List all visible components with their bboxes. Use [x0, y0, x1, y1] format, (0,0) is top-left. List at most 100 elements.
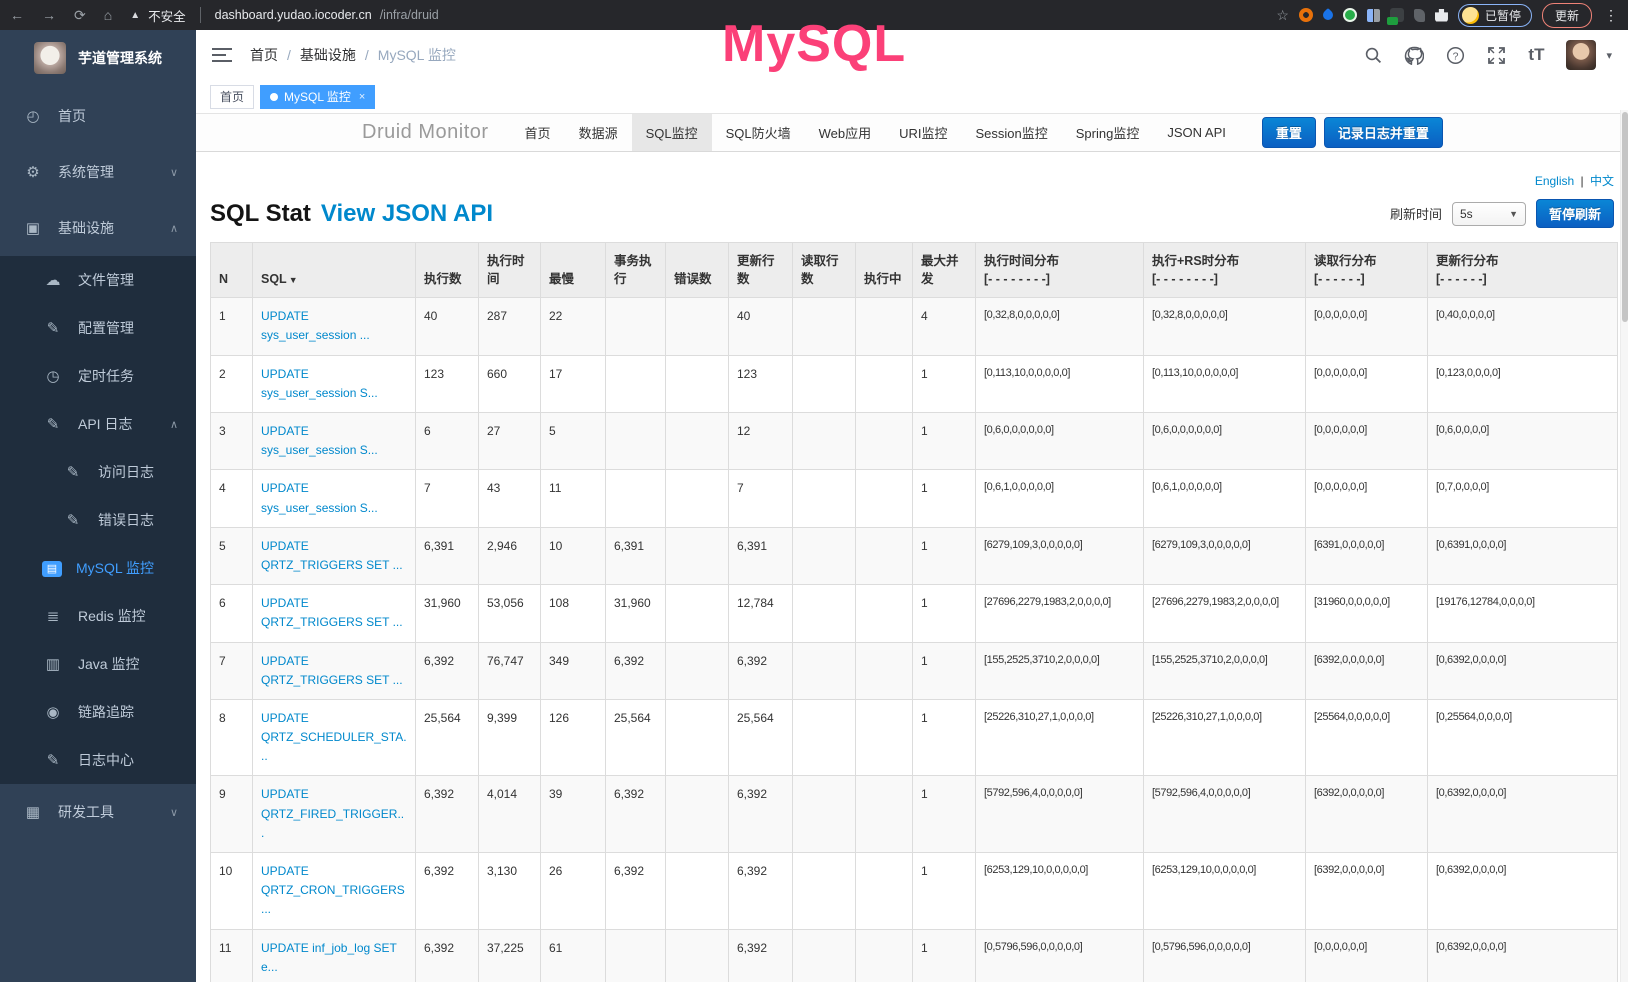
- extensions-puzzle-icon[interactable]: [1435, 9, 1448, 22]
- sidebar-item-system-manage[interactable]: ⚙系统管理∨: [0, 144, 196, 200]
- col-header-update-rows-dist[interactable]: 更新行分布[- - - - - -]: [1428, 243, 1618, 298]
- sql-link[interactable]: UPDATE QRTZ_TRIGGERS SET ...: [261, 596, 403, 629]
- refresh-interval-select[interactable]: 5s ▼: [1452, 202, 1526, 226]
- tag-item[interactable]: 首页: [210, 85, 254, 109]
- browser-forward-icon[interactable]: →: [42, 7, 56, 23]
- col-header-slowest[interactable]: 最慢: [541, 243, 606, 298]
- sql-link[interactable]: UPDATE QRTZ_SCHEDULER_STA...: [261, 711, 407, 763]
- col-header-executing[interactable]: 执行中: [856, 243, 913, 298]
- col-header-update-rows[interactable]: 更新行数: [729, 243, 793, 298]
- fullscreen-icon[interactable]: [1487, 46, 1506, 65]
- col-header-n[interactable]: N: [211, 243, 253, 298]
- col-header-max-concurrent[interactable]: 最大并发: [913, 243, 976, 298]
- sidebar-item-mysql-monitor[interactable]: ▤MySQL 监控: [0, 544, 196, 592]
- address-bar[interactable]: ▲ 不安全 dashboard.yudao.iocoder.cn/infra/d…: [130, 6, 1276, 25]
- address-divider: [200, 7, 201, 23]
- browser-back-icon[interactable]: ←: [10, 7, 24, 23]
- help-icon[interactable]: ?: [1446, 46, 1465, 65]
- druid-tab-数据源[interactable]: 数据源: [565, 114, 632, 151]
- app-logo-row[interactable]: 芋道管理系统: [0, 30, 196, 86]
- sidebar-item-scheduled-task[interactable]: ◷定时任务: [0, 352, 196, 400]
- user-avatar[interactable]: [1566, 40, 1596, 70]
- extension-icon[interactable]: [1343, 8, 1357, 22]
- sql-link[interactable]: UPDATE QRTZ_CRON_TRIGGERS...: [261, 864, 405, 916]
- druid-tab-Spring监控[interactable]: Spring监控: [1062, 114, 1154, 151]
- search-icon[interactable]: [1364, 46, 1382, 64]
- col-header-exec-count[interactable]: 执行数: [416, 243, 479, 298]
- browser-home-icon[interactable]: ⌂: [104, 7, 112, 23]
- breadcrumb-item[interactable]: 基础设施: [300, 45, 356, 65]
- sql-link[interactable]: UPDATE QRTZ_TRIGGERS SET ...: [261, 654, 403, 687]
- sql-link[interactable]: UPDATE QRTZ_FIRED_TRIGGER...: [261, 787, 404, 839]
- extension-icon[interactable]: [1367, 9, 1380, 22]
- browser-reload-icon[interactable]: ⟳: [74, 7, 86, 24]
- sidebar-item-redis-monitor[interactable]: ≣Redis 监控: [0, 592, 196, 640]
- druid-tab-JSON API[interactable]: JSON API: [1153, 114, 1240, 151]
- druid-tab-Web应用[interactable]: Web应用: [805, 114, 886, 151]
- browser-update-button[interactable]: 更新: [1542, 3, 1592, 28]
- extension-icon[interactable]: [1414, 9, 1425, 22]
- browser-profile-chip[interactable]: 已暂停: [1458, 4, 1532, 27]
- extension-icon[interactable]: [1321, 8, 1335, 22]
- sidebar-item-api-log[interactable]: ✎API 日志∧: [0, 400, 196, 448]
- table-row: 1UPDATE sys_user_session ...4028722404[0…: [211, 298, 1618, 355]
- sidebar-item-error-log[interactable]: ✎错误日志: [0, 496, 196, 544]
- lang-english-link[interactable]: English: [1535, 174, 1574, 188]
- sidebar-item-config-manage[interactable]: ✎配置管理: [0, 304, 196, 352]
- tag-active[interactable]: MySQL 监控×: [260, 85, 375, 109]
- sql-link[interactable]: UPDATE QRTZ_TRIGGERS SET ...: [261, 539, 403, 572]
- cell-executing: [856, 298, 913, 355]
- lang-chinese-link[interactable]: 中文: [1590, 174, 1614, 188]
- page-scrollbar[interactable]: [1620, 110, 1628, 982]
- avatar-dropdown-caret-icon[interactable]: ▾: [1606, 49, 1612, 62]
- sql-link[interactable]: UPDATE sys_user_session S...: [261, 424, 378, 457]
- log-and-reset-button[interactable]: 记录日志并重置: [1324, 117, 1443, 148]
- druid-tab-Session监控[interactable]: Session监控: [962, 114, 1062, 151]
- cell-exec-time-dist: [6253,129,10,0,0,0,0,0]: [976, 853, 1144, 930]
- reset-button[interactable]: 重置: [1262, 117, 1316, 148]
- col-header-exec-time-dist[interactable]: 执行时间分布[- - - - - - - -]: [976, 243, 1144, 298]
- col-header-sql[interactable]: SQL▼: [253, 243, 416, 298]
- cell-n: 10: [211, 853, 253, 930]
- cell-exec-time-dist: [6279,109,3,0,0,0,0,0]: [976, 527, 1144, 584]
- sidebar-item-log-center[interactable]: ✎日志中心: [0, 736, 196, 784]
- scrollbar-thumb[interactable]: [1622, 112, 1628, 322]
- druid-tab-SQL监控[interactable]: SQL监控: [632, 114, 712, 151]
- sidebar-item-access-log[interactable]: ✎访问日志: [0, 448, 196, 496]
- browser-menu-icon[interactable]: ⋮: [1604, 7, 1618, 24]
- tag-close-icon[interactable]: ×: [359, 91, 365, 103]
- github-icon[interactable]: [1404, 46, 1424, 65]
- pause-refresh-button[interactable]: 暂停刷新: [1536, 199, 1614, 228]
- sidebar-item-java-monitor[interactable]: ▥Java 监控: [0, 640, 196, 688]
- cell-update-rows-dist: [0,7,0,0,0,0]: [1428, 470, 1618, 527]
- col-header-label: 更新行数: [737, 254, 775, 286]
- col-header-read-rows[interactable]: 读取行数: [793, 243, 856, 298]
- sidebar-item-home[interactable]: ◴首页: [0, 88, 196, 144]
- extension-icon[interactable]: [1299, 8, 1313, 22]
- col-header-read-rows-dist[interactable]: 读取行分布[- - - - - -]: [1306, 243, 1428, 298]
- druid-tab-首页[interactable]: 首页: [511, 114, 565, 151]
- sidebar-item-devtools[interactable]: ▦研发工具∨: [0, 784, 196, 840]
- cell-exec-count: 6: [416, 413, 479, 470]
- col-header-tx-exec[interactable]: 事务执行: [606, 243, 666, 298]
- cell-exec-rs-time-dist: [0,5796,596,0,0,0,0,0]: [1144, 929, 1306, 982]
- hamburger-icon[interactable]: [212, 48, 232, 62]
- sql-link[interactable]: UPDATE sys_user_session S...: [261, 367, 378, 400]
- bookmark-star-icon[interactable]: ☆: [1276, 7, 1289, 24]
- sidebar-item-file-manage[interactable]: ☁文件管理: [0, 256, 196, 304]
- col-header-error-count[interactable]: 错误数: [666, 243, 729, 298]
- sidebar-item-infrastructure[interactable]: ▣基础设施∧: [0, 200, 196, 256]
- col-header-exec-time[interactable]: 执行时间: [479, 243, 541, 298]
- druid-tab-SQL防火墙[interactable]: SQL防火墙: [712, 114, 805, 151]
- col-header-exec-rs-time-dist[interactable]: 执行+RS时分布[- - - - - - - -]: [1144, 243, 1306, 298]
- sql-link[interactable]: UPDATE sys_user_session ...: [261, 309, 370, 342]
- cell-executing: [856, 527, 913, 584]
- sidebar-item-trace[interactable]: ◉链路追踪: [0, 688, 196, 736]
- breadcrumb-item[interactable]: 首页: [250, 45, 278, 65]
- extension-icon[interactable]: [1390, 8, 1404, 22]
- sql-link[interactable]: UPDATE inf_job_log SET e...: [261, 941, 397, 974]
- sql-link[interactable]: UPDATE sys_user_session S...: [261, 481, 378, 514]
- druid-tab-URI监控[interactable]: URI监控: [885, 114, 961, 151]
- view-json-api-link[interactable]: View JSON API: [321, 200, 493, 228]
- font-size-icon[interactable]: tT: [1528, 45, 1544, 65]
